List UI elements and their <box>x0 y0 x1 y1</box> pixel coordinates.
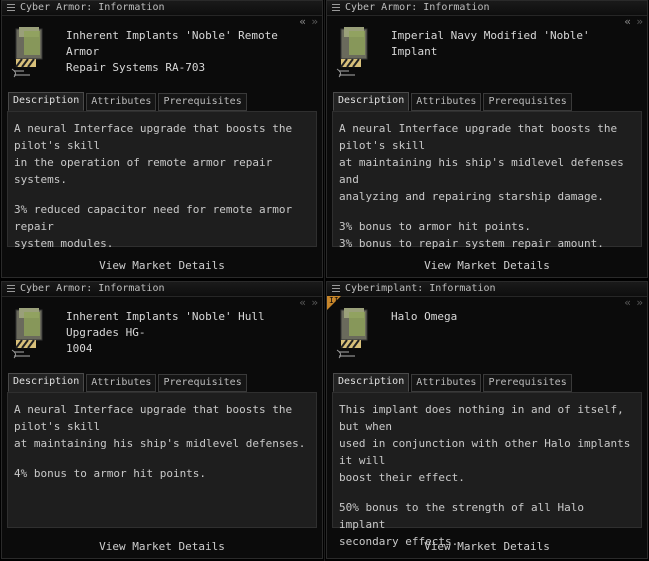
tab-description[interactable]: Description <box>333 92 410 111</box>
footer-bar: View Market Details <box>327 255 647 277</box>
implant-icon <box>11 27 43 78</box>
window-divider <box>324 0 325 561</box>
tab-description[interactable]: Description <box>333 373 410 392</box>
tab-prerequisites[interactable]: Prerequisites <box>483 93 572 111</box>
window-titlebar[interactable]: Cyber Armor: Information <box>2 1 322 16</box>
tab-bar: Description Attributes Prerequisites <box>333 373 574 392</box>
description-panel: A neural Interface upgrade that boosts t… <box>7 111 317 250</box>
window-title: Cyber Armor: Information <box>345 2 490 13</box>
info-window-1: Cyber Armor: Information « » Inherent Im… <box>1 0 323 278</box>
tab-attributes[interactable]: Attributes <box>411 374 482 392</box>
hamburger-menu-icon[interactable] <box>332 4 340 11</box>
footer-bar: View Market Details <box>327 536 647 558</box>
description-paragraph: A neural Interface upgrade that boosts t… <box>14 122 293 186</box>
item-name: Imperial Navy Modified 'Noble' Implant <box>391 29 590 58</box>
tab-prerequisites[interactable]: Prerequisites <box>483 374 572 392</box>
info-window-3: Cyber Armor: Information « » Inherent Im… <box>1 281 323 559</box>
info-window-2: Cyber Armor: Information « » Imperial Na… <box>326 0 648 278</box>
forward-arrow-icon[interactable]: » <box>636 297 643 309</box>
description-paragraph: A neural Interface upgrade that boosts t… <box>14 403 306 450</box>
item-name: Halo Omega <box>391 310 458 323</box>
footer-bar: View Market Details <box>2 255 322 277</box>
description-paragraph: 3% bonus to armor hit points. 3% bonus t… <box>339 220 604 250</box>
window-titlebar[interactable]: Cyber Armor: Information <box>327 1 647 16</box>
tab-description[interactable]: Description <box>8 92 85 111</box>
back-arrow-icon[interactable]: « <box>624 16 631 28</box>
window-titlebar[interactable]: Cyber Armor: Information <box>2 282 322 297</box>
view-market-details-button[interactable]: View Market Details <box>95 259 229 272</box>
back-arrow-icon[interactable]: « <box>299 16 306 28</box>
footer-bar: View Market Details <box>2 536 322 558</box>
tab-bar: Description Attributes Prerequisites <box>333 92 574 111</box>
view-market-details-button[interactable]: View Market Details <box>420 540 554 553</box>
tab-description[interactable]: Description <box>8 373 85 392</box>
tab-attributes[interactable]: Attributes <box>86 374 157 392</box>
window-title: Cyber Armor: Information <box>20 2 165 13</box>
description-panel: A neural Interface upgrade that boosts t… <box>7 392 317 528</box>
hamburger-menu-icon[interactable] <box>7 4 15 11</box>
forward-arrow-icon[interactable]: » <box>636 16 643 28</box>
tab-attributes[interactable]: Attributes <box>411 93 482 111</box>
description-paragraph: This implant does nothing in and of itse… <box>339 403 631 484</box>
implant-icon <box>11 308 43 359</box>
window-title: Cyber Armor: Information <box>20 283 165 294</box>
tab-attributes[interactable]: Attributes <box>86 93 157 111</box>
window-title: Cyberimplant: Information <box>345 283 496 294</box>
hamburger-menu-icon[interactable] <box>332 285 340 292</box>
tab-prerequisites[interactable]: Prerequisites <box>158 93 247 111</box>
back-arrow-icon[interactable]: « <box>299 297 306 309</box>
description-paragraph: 4% bonus to armor hit points. <box>14 467 207 480</box>
forward-arrow-icon[interactable]: » <box>311 16 318 28</box>
description-panel: This implant does nothing in and of itse… <box>332 392 642 548</box>
info-window-4: Cyberimplant: Information « » II Halo Om… <box>326 281 648 559</box>
view-market-details-button[interactable]: View Market Details <box>95 540 229 553</box>
implant-icon <box>336 27 368 78</box>
tab-bar: Description Attributes Prerequisites <box>8 92 249 111</box>
tab-prerequisites[interactable]: Prerequisites <box>158 374 247 392</box>
item-name: Inherent Implants 'Noble' Remote Armor R… <box>66 29 278 74</box>
hamburger-menu-icon[interactable] <box>7 285 15 292</box>
forward-arrow-icon[interactable]: » <box>311 297 318 309</box>
back-arrow-icon[interactable]: « <box>624 297 631 309</box>
description-paragraph: A neural Interface upgrade that boosts t… <box>339 122 624 203</box>
description-paragraph: 3% reduced capacitor need for remote arm… <box>14 203 293 250</box>
item-name: Inherent Implants 'Noble' Hull Upgrades … <box>66 310 265 355</box>
description-panel: A neural Interface upgrade that boosts t… <box>332 111 642 250</box>
window-titlebar[interactable]: Cyberimplant: Information <box>327 282 647 297</box>
implant-icon <box>336 308 368 359</box>
view-market-details-button[interactable]: View Market Details <box>420 259 554 272</box>
tab-bar: Description Attributes Prerequisites <box>8 373 249 392</box>
